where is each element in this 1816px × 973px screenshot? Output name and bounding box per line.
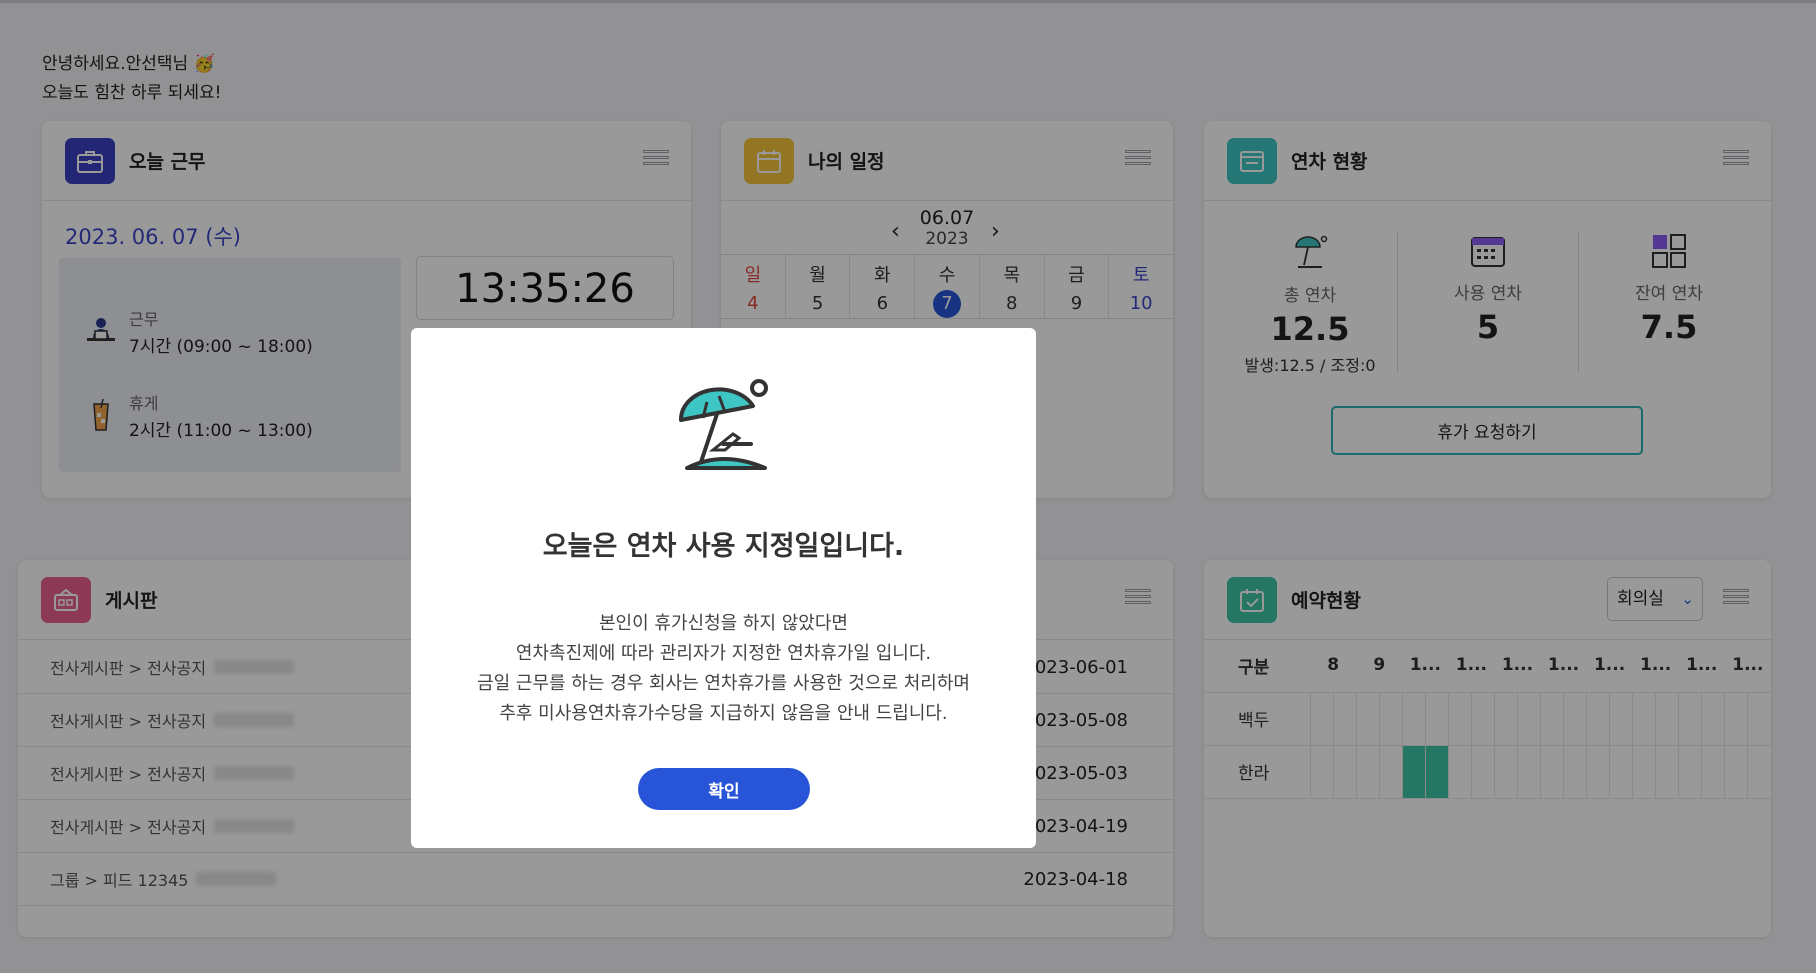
- modal-line: 연차촉진제에 따라 관리자가 지정한 연차휴가일 입니다.: [515, 643, 932, 664]
- leave-notice-modal: 오늘은 연차 사용 지정일입니다. 본인이 휴가신청을 하지 않았다면 연차촉진…: [411, 328, 1036, 848]
- modal-line: 금일 근무를 하는 경우 회사는 연차휴가를 사용한 것으로 처리하며: [477, 673, 970, 694]
- modal-body: 본인이 휴가신청을 하지 않았다면 연차촉진제에 따라 관리자가 지정한 연차휴…: [411, 609, 1036, 729]
- modal-line: 추후 미사용연차휴가수당을 지급하지 않음을 안내 드립니다.: [499, 703, 948, 724]
- modal-line: 본인이 휴가신청을 하지 않았다면: [598, 613, 848, 634]
- beach-umbrella-icon: [678, 379, 768, 470]
- modal-title: 오늘은 연차 사용 지정일입니다.: [542, 531, 905, 562]
- confirm-button[interactable]: 확인: [638, 768, 810, 810]
